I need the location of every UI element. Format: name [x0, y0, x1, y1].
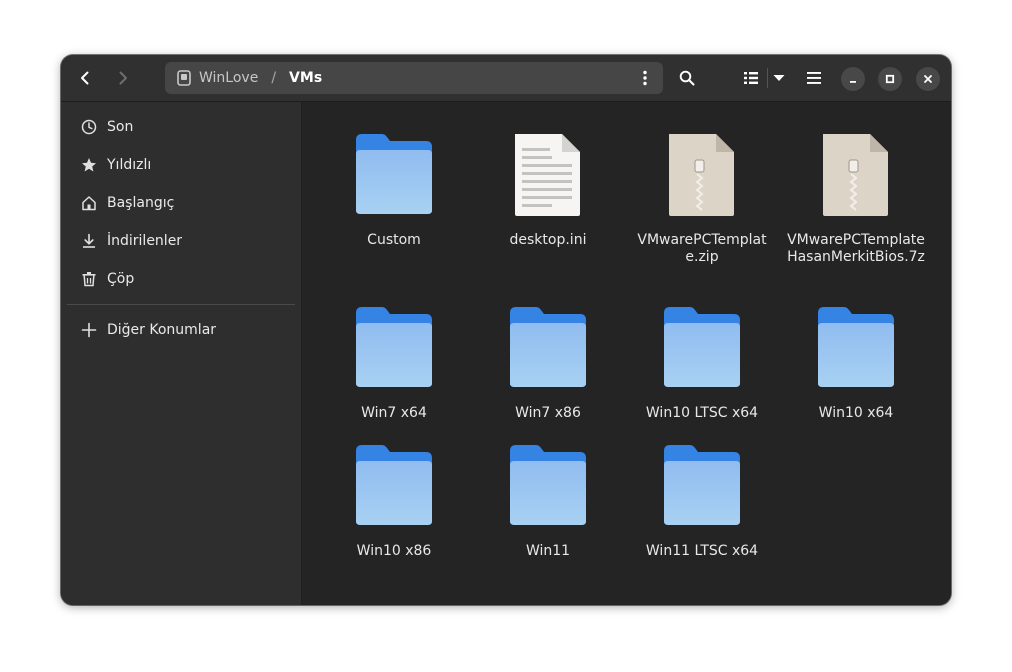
- close-button[interactable]: [916, 67, 940, 91]
- file-manager-window: WinLove / VMs Son Yıldızlı Başlangıç İnd…: [61, 55, 951, 605]
- file-name: Win11: [525, 543, 571, 559]
- sidebar-item-label: Son: [107, 119, 134, 135]
- file-name: Win11 LTSC x64: [645, 543, 759, 559]
- main-menu-button[interactable]: [799, 63, 829, 93]
- folder-icon: [354, 305, 434, 391]
- file-item-folder[interactable]: Win10 x64: [781, 305, 931, 422]
- file-item-archive[interactable]: VMwarePCTemplateHasanMerkitBios.7z: [781, 132, 931, 266]
- list-view-icon: [744, 72, 758, 84]
- trash-icon: [81, 271, 97, 287]
- path-root-button[interactable]: WinLove: [199, 70, 258, 86]
- view-mode-button[interactable]: [736, 63, 766, 93]
- sidebar-item-label: İndirilenler: [107, 233, 183, 249]
- go-forward-icon: [119, 71, 127, 85]
- folder-icon: [816, 305, 896, 391]
- archive-icon: [816, 132, 896, 218]
- sidebar-item-label: Çöp: [107, 271, 135, 287]
- file-name: Custom: [367, 232, 421, 248]
- sidebar-item-other-locations[interactable]: Diğer Konumlar: [67, 313, 295, 347]
- sidebar-item-starred[interactable]: Yıldızlı: [67, 148, 295, 182]
- sidebar-item-downloads[interactable]: İndirilenler: [67, 224, 295, 258]
- file-item-folder[interactable]: Win7 x64: [319, 305, 469, 422]
- file-view: Custom desktop.ini VMwarePCTemplate.zip …: [302, 102, 951, 605]
- minimize-button[interactable]: [841, 67, 865, 91]
- file-item-folder[interactable]: Win11 LTSC x64: [627, 443, 777, 560]
- file-name: VMwarePCTemplate.zip: [637, 232, 767, 265]
- file-name: Win7 x64: [361, 405, 427, 421]
- download-icon: [81, 233, 97, 249]
- file-item-folder[interactable]: Win7 x86: [473, 305, 623, 422]
- folder-icon: [508, 305, 588, 391]
- sidebar-item-recent[interactable]: Son: [67, 110, 295, 144]
- hamburger-menu-icon: [807, 72, 821, 84]
- path-separator: /: [271, 70, 277, 86]
- path-bar[interactable]: WinLove / VMs: [165, 62, 663, 94]
- file-name: VMwarePCTemplateHasanMerkitBios.7z: [787, 232, 925, 265]
- file-item-folder[interactable]: Win10 LTSC x64: [627, 305, 777, 422]
- path-current-button[interactable]: VMs: [289, 70, 322, 86]
- file-item-folder[interactable]: Custom: [319, 132, 469, 249]
- maximize-button[interactable]: [878, 67, 902, 91]
- minimize-icon: [850, 81, 856, 83]
- search-button[interactable]: [672, 63, 702, 93]
- file-item-archive[interactable]: VMwarePCTemplate.zip: [627, 132, 777, 266]
- go-back-icon: [81, 71, 89, 85]
- path-menu-button[interactable]: [635, 68, 655, 88]
- home-icon: [81, 195, 97, 211]
- chevron-down-icon: [773, 75, 785, 81]
- search-icon: [679, 70, 695, 86]
- file-item-folder[interactable]: Win11: [473, 443, 623, 560]
- drive-icon: [177, 70, 191, 86]
- file-name: Win10 x86: [356, 543, 432, 559]
- forward-button[interactable]: [108, 63, 138, 93]
- clock-icon: [81, 119, 97, 135]
- file-name: Win10 LTSC x64: [645, 405, 759, 421]
- back-button[interactable]: [70, 63, 100, 93]
- header-bar: WinLove / VMs: [61, 55, 951, 102]
- folder-icon: [508, 443, 588, 529]
- file-item-folder[interactable]: Win10 x86: [319, 443, 469, 560]
- file-item-text[interactable]: desktop.ini: [473, 132, 623, 249]
- close-icon: [924, 75, 932, 83]
- file-name: desktop.ini: [509, 232, 587, 248]
- folder-icon: [662, 443, 742, 529]
- sidebar: Son Yıldızlı Başlangıç İndirilenler Çöp: [61, 102, 302, 605]
- view-options-button[interactable]: [764, 63, 794, 93]
- maximize-icon: [885, 74, 895, 84]
- sidebar-item-label: Yıldızlı: [107, 157, 152, 173]
- star-icon: [81, 157, 97, 173]
- text-file-icon: [508, 132, 588, 218]
- folder-icon: [354, 443, 434, 529]
- sidebar-item-label: Diğer Konumlar: [107, 322, 217, 338]
- sidebar-item-home[interactable]: Başlangıç: [67, 186, 295, 220]
- folder-icon: [662, 305, 742, 391]
- sidebar-divider: [67, 304, 295, 305]
- file-name: Win10 x64: [818, 405, 894, 421]
- sidebar-item-label: Başlangıç: [107, 195, 175, 211]
- archive-icon: [662, 132, 742, 218]
- plus-icon: [81, 322, 97, 338]
- folder-icon: [354, 132, 434, 218]
- vertical-ellipsis-icon: [643, 70, 647, 86]
- file-name: Win7 x86: [515, 405, 581, 421]
- sidebar-item-trash[interactable]: Çöp: [67, 262, 295, 296]
